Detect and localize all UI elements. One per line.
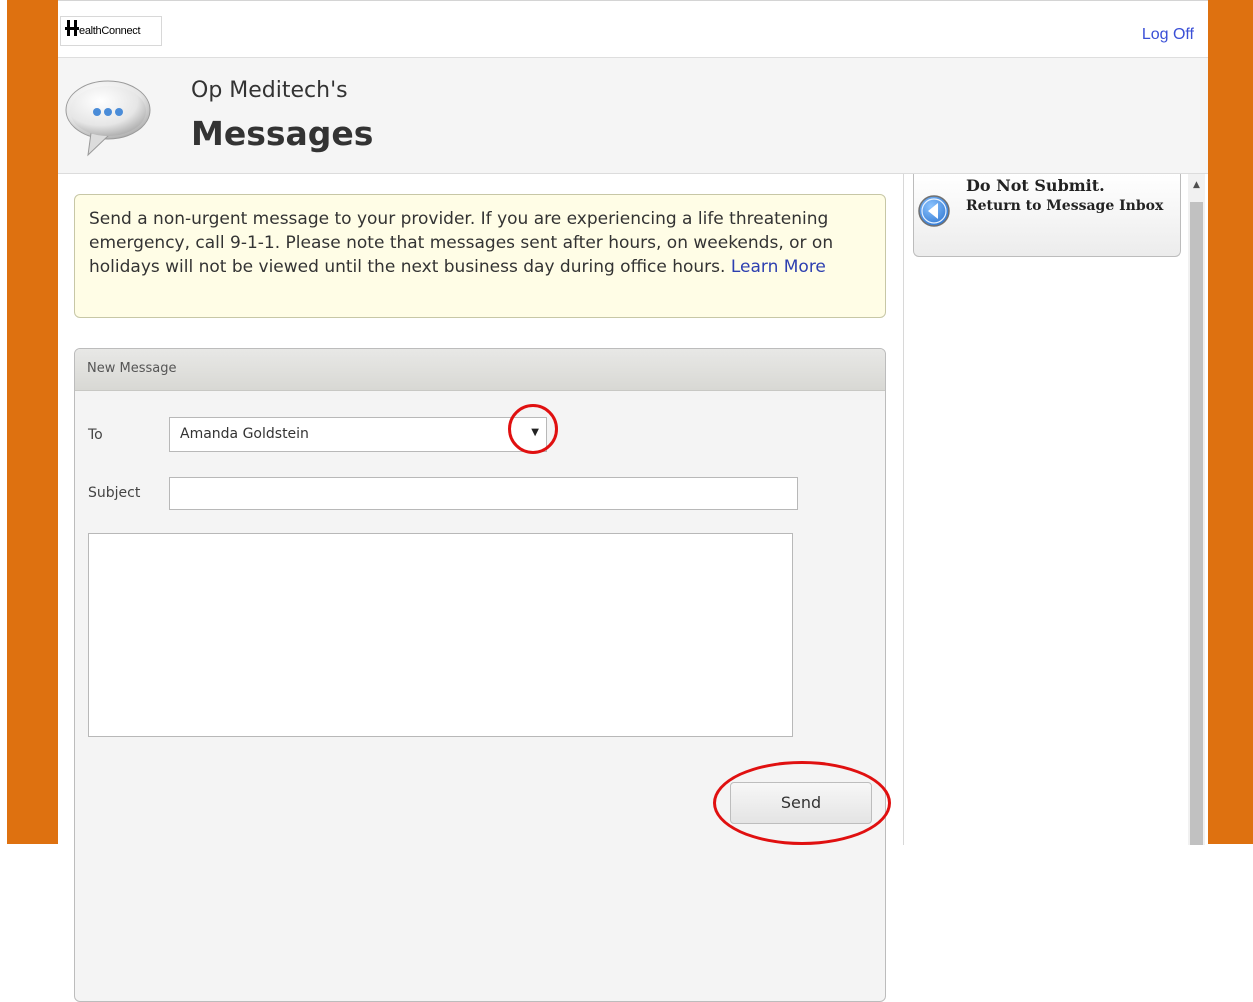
- right-sidebar: Do Not Submit. Return to Message Inbox: [904, 174, 1208, 845]
- subject-input[interactable]: [169, 477, 798, 510]
- panel-title: New Message: [75, 349, 885, 391]
- logo-text: ealthConnect: [79, 25, 141, 37]
- scroll-thumb[interactable]: [1190, 202, 1203, 845]
- page-owner: Op Meditech's: [191, 78, 348, 103]
- main-content: Send a non-urgent message to your provid…: [58, 174, 904, 1002]
- new-message-panel: New Message To Amanda Goldstein ▼ Subjec…: [74, 348, 886, 1002]
- left-frame: [7, 0, 58, 844]
- top-bar: ealthConnect Log Off: [58, 2, 1208, 58]
- healthconnect-logo[interactable]: ealthConnect: [60, 16, 162, 46]
- back-arrow-icon: [918, 195, 950, 227]
- notice-text: Send a non-urgent message to your provid…: [89, 209, 834, 277]
- app-window: ealthConnect Log Off Op Meditech's Messa…: [58, 0, 1208, 1002]
- notice-box: Send a non-urgent message to your provid…: [74, 194, 886, 318]
- recipient-select[interactable]: Amanda Goldstein ▼: [169, 417, 547, 452]
- page-header: Op Meditech's Messages: [58, 58, 1208, 174]
- learn-more-link[interactable]: Learn More: [731, 257, 826, 277]
- send-button[interactable]: Send: [730, 782, 872, 824]
- subject-label: Subject: [88, 485, 141, 501]
- speech-bubble-icon: [65, 80, 151, 157]
- return-button-title: Do Not Submit.: [966, 176, 1105, 195]
- vertical-scrollbar[interactable]: ▲: [1188, 174, 1205, 845]
- message-body-input[interactable]: [88, 533, 793, 737]
- right-frame: [1208, 0, 1253, 844]
- recipient-value: Amanda Goldstein: [180, 426, 309, 442]
- return-button-subtitle: Return to Message Inbox: [966, 198, 1164, 214]
- healthconnect-logo-icon: [65, 20, 79, 36]
- dropdown-caret-icon[interactable]: ▼: [531, 427, 539, 438]
- scroll-up-icon[interactable]: ▲: [1188, 174, 1205, 196]
- page-title: Messages: [191, 114, 374, 153]
- left-border: [0, 0, 7, 844]
- to-label: To: [88, 427, 103, 443]
- log-off-link[interactable]: Log Off: [1142, 26, 1194, 44]
- return-to-inbox-button[interactable]: Do Not Submit. Return to Message Inbox: [913, 174, 1181, 257]
